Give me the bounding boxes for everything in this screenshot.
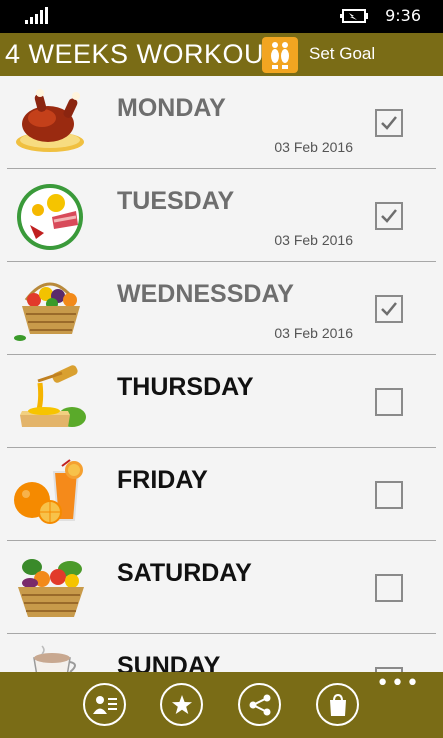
list-item-thursday[interactable]: THURSDAY [0,355,443,448]
day-name: SUNDAY [117,652,221,672]
signal-bars-icon [25,7,48,24]
battery-charging-icon [340,9,368,23]
day-name: FRIDAY [117,466,208,494]
list-item-monday[interactable]: MONDAY 03 Feb 2016 [0,76,443,169]
share-icon [249,694,270,715]
clock: 9:36 [385,6,421,25]
store-button[interactable] [316,683,359,726]
day-name: THURSDAY [117,373,254,401]
checkmark-icon [381,116,397,130]
completed-checkbox[interactable] [375,388,403,416]
vegetable-basket-image [18,559,84,617]
list-item-tuesday[interactable]: TUESDAY 03 Feb 2016 [0,169,443,262]
completed-checkbox[interactable] [375,202,403,230]
app-bar: ••• [0,672,443,738]
honey-toast-image [20,365,86,427]
coffee-cup-image [33,645,76,672]
status-bar: 9:36 [0,0,443,33]
fruit-basket-image [14,282,80,341]
footprints-icon[interactable] [262,37,298,73]
list-item-saturday[interactable]: SATURDAY [0,541,443,634]
list-item-friday[interactable]: FRIDAY [0,448,443,541]
more-options-button[interactable]: ••• [376,673,421,695]
user-list-icon [92,695,117,714]
completed-date: 03 Feb 2016 [274,139,353,155]
share-button[interactable] [238,683,281,726]
checkmark-icon [381,302,397,316]
day-name: TUESDAY [117,187,235,215]
completed-checkbox[interactable] [375,295,403,323]
completed-checkbox[interactable] [375,574,403,602]
completed-checkbox[interactable] [375,481,403,509]
checkmark-icon [381,209,397,223]
completed-checkbox[interactable] [375,109,403,137]
completed-date: 03 Feb 2016 [274,325,353,341]
page-title: 4 WEEKS WORKOUT [5,39,282,69]
completed-date: 03 Feb 2016 [274,232,353,248]
breakfast-plate-image [17,184,83,250]
roast-chicken-image [16,89,84,152]
day-name: WEDNESSDAY [117,280,294,308]
day-name: SATURDAY [117,559,252,587]
favorite-button[interactable] [160,683,203,726]
user-list-button[interactable] [83,683,126,726]
app-header: 4 WEEKS WORKOUT Set Goal [0,33,443,76]
day-name: MONDAY [117,94,226,122]
list-item-sunday[interactable]: SUNDAY [0,634,443,672]
list-item-wednesday[interactable]: WEDNESSDAY 03 Feb 2016 [0,262,443,355]
orange-juice-image [14,459,83,524]
day-list: MONDAY 03 Feb 2016 TUESDAY 03 Feb 2016 W… [0,76,443,672]
star-icon [171,694,192,714]
set-goal-button[interactable]: Set Goal [309,44,375,64]
shopping-bag-icon [329,693,346,716]
